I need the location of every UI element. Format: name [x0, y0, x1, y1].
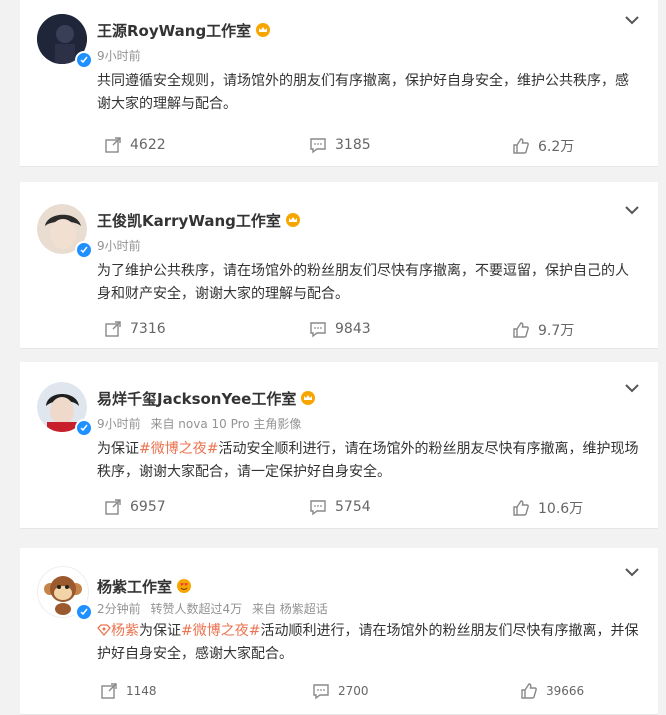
post-text-part: 为保证	[139, 623, 181, 639]
comment-count: 9843	[335, 321, 371, 337]
post-card: 王源RoyWang工作室 9小时前 共同遵循安全规则，请场馆外的朋友们有序撤离，…	[20, 0, 658, 167]
repost-count: 4622	[130, 137, 166, 153]
post-text: 为保证#微博之夜#活动安全顺利进行，请在场馆外的粉丝朋友尽快有序撤离，维护现场秩…	[97, 438, 641, 484]
author-name-text[interactable]: 杨紫工作室	[97, 578, 172, 596]
thumbs-up-icon	[521, 683, 537, 699]
comment-count: 5754	[335, 499, 371, 515]
chevron-down-icon[interactable]	[624, 382, 640, 394]
repost-button[interactable]: 7316	[104, 320, 166, 338]
post-card: 王俊凯KarryWang工作室 9小时前 为了维护公共秩序，请在场馆外的粉丝朋友…	[20, 182, 658, 349]
action-bar: 7316 9843 9.7万	[20, 320, 658, 340]
thumbs-up-icon	[513, 500, 529, 516]
chevron-down-icon[interactable]	[624, 14, 640, 26]
hashtag-link[interactable]: #微博之夜#	[181, 623, 260, 639]
post-text: 共同遵循安全规则，请场馆外的朋友们有序撤离，保护好自身安全，维护公共秩序，感谢大…	[97, 73, 629, 112]
like-button[interactable]: 10.6万	[512, 498, 583, 518]
comment-button[interactable]: 2700	[312, 682, 369, 700]
author-name[interactable]: 杨紫工作室	[97, 576, 192, 597]
post-meta: 9小时前 来自 nova 10 Pro 主角影像	[97, 415, 301, 432]
comment-count: 3185	[335, 137, 371, 153]
thumbs-up-icon	[513, 322, 529, 338]
post-time[interactable]: 2分钟前	[97, 602, 141, 616]
chevron-down-icon[interactable]	[624, 566, 640, 578]
verified-icon	[75, 241, 93, 259]
comment-icon	[310, 138, 326, 154]
crown-icon	[256, 23, 271, 37]
post-text-part: 为保证	[97, 441, 139, 457]
repost-button[interactable]: 1148	[100, 682, 157, 700]
repost-count: 1148	[126, 684, 157, 698]
comment-icon	[310, 500, 326, 516]
action-bar: 6957 5754 10.6万	[20, 498, 658, 518]
repost-icon	[105, 321, 121, 337]
repost-button[interactable]: 4622	[104, 136, 166, 154]
like-button[interactable]: 39666	[520, 682, 584, 700]
post-time[interactable]: 9小时前	[97, 237, 141, 254]
post-text: 杨紫为保证#微博之夜#活动顺利进行，请在场馆外的粉丝朋友们尽快有序撤离，并保护好…	[97, 620, 641, 666]
comment-icon	[310, 322, 326, 338]
post-time[interactable]: 9小时前	[97, 417, 141, 431]
hashtag-link[interactable]: #微博之夜#	[139, 441, 218, 457]
author-name-text[interactable]: 易烊千玺JacksonYee工作室	[97, 390, 296, 408]
supertopic-name[interactable]: 杨紫	[111, 623, 139, 639]
post-meta: 2分钟前 转赞人数超过4万 来自 杨紫超话	[97, 600, 328, 617]
supertopic-link[interactable]: 杨紫	[97, 623, 139, 639]
repost-icon	[105, 499, 121, 515]
verified-icon	[75, 603, 93, 621]
crown-icon	[301, 391, 316, 405]
verified-icon	[75, 419, 93, 437]
action-bar: 1148 2700 39666	[20, 682, 658, 702]
like-count: 9.7万	[538, 323, 575, 339]
repost-icon	[101, 683, 117, 699]
author-name-text[interactable]: 王源RoyWang工作室	[97, 22, 251, 40]
post-source: 来自 nova 10 Pro 主角影像	[150, 417, 302, 431]
like-count: 39666	[546, 684, 585, 698]
comment-count: 2700	[338, 684, 369, 698]
comment-button[interactable]: 5754	[309, 498, 371, 516]
repost-count: 6957	[130, 499, 166, 515]
comment-icon	[313, 684, 329, 700]
post-time[interactable]: 9小时前	[97, 47, 141, 64]
repost-count: 7316	[130, 321, 166, 337]
post-extra-info: 转赞人数超过4万	[150, 602, 243, 616]
repost-button[interactable]: 6957	[104, 498, 166, 516]
post-source[interactable]: 来自 杨紫超话	[252, 602, 328, 616]
post-card: 易烊千玺JacksonYee工作室 9小时前 来自 nova 10 Pro 主角…	[20, 362, 658, 529]
chevron-down-icon[interactable]	[624, 204, 640, 216]
like-button[interactable]: 9.7万	[512, 320, 574, 340]
author-name[interactable]: 王源RoyWang工作室	[97, 20, 271, 41]
post-text: 为了维护公共秩序，请在场馆外的粉丝朋友们尽快有序撤离，不要逗留，保护自己的人身和…	[97, 263, 629, 302]
verified-icon	[75, 51, 93, 69]
author-name-text[interactable]: 王俊凯KarryWang工作室	[97, 212, 281, 230]
comment-button[interactable]: 9843	[309, 320, 371, 338]
like-count: 6.2万	[538, 139, 575, 155]
author-name[interactable]: 易烊千玺JacksonYee工作室	[97, 388, 316, 409]
thumbs-up-icon	[513, 138, 529, 154]
crown-icon	[285, 213, 300, 227]
supertopic-icon	[97, 624, 111, 636]
action-bar: 4622 3185 6.2万	[20, 136, 658, 156]
like-button[interactable]: 6.2万	[512, 136, 574, 156]
comment-button[interactable]: 3185	[309, 136, 371, 154]
post-card: 杨紫工作室 2分钟前 转赞人数超过4万 来自 杨紫超话 杨紫为保证#微博之夜#活…	[20, 548, 658, 715]
author-name[interactable]: 王俊凯KarryWang工作室	[97, 210, 301, 231]
like-count: 10.6万	[538, 501, 584, 517]
heart-eyes-emoji-icon	[177, 579, 192, 593]
repost-icon	[105, 137, 121, 153]
